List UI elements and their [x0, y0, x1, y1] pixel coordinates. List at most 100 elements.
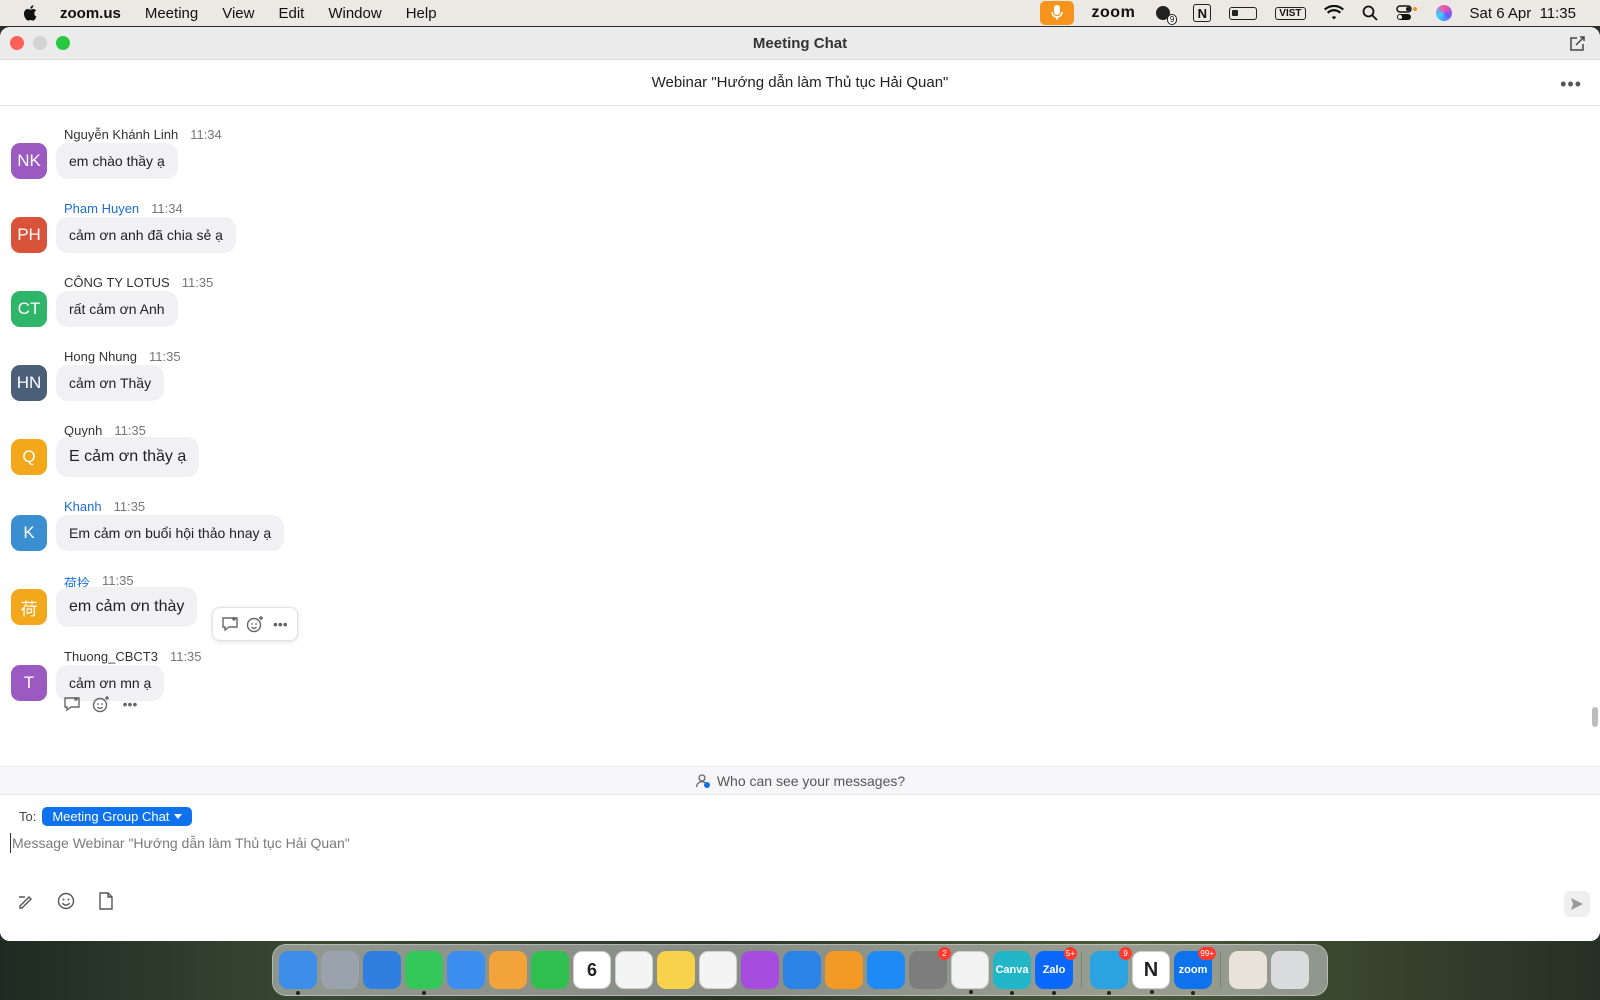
avatar[interactable]: Q [11, 439, 47, 475]
chat-scrollbar[interactable] [1592, 707, 1598, 727]
message-meta: Quynh 11:35 [64, 423, 146, 438]
apple-icon[interactable] [22, 4, 40, 22]
dock-launchpad-icon[interactable] [321, 951, 359, 989]
battery-icon[interactable] [1229, 6, 1258, 20]
dock-reminders-icon[interactable] [615, 951, 653, 989]
dock-podcasts-icon[interactable] [741, 951, 779, 989]
dock-pages-icon[interactable] [825, 951, 863, 989]
dock-canva-icon[interactable]: Canva [993, 951, 1031, 995]
more-actions-icon[interactable]: ••• [120, 694, 140, 714]
add-reaction-icon[interactable] [91, 694, 111, 714]
dock-photos-icon[interactable] [489, 951, 527, 989]
sender-name[interactable]: Hong Nhung [64, 349, 137, 364]
menu-bar-clock[interactable]: Sat 6 Apr 11:35 [1470, 5, 1576, 22]
minimize-window-button[interactable] [33, 36, 47, 50]
dock-telegram-icon[interactable]: 9 [1090, 947, 1132, 995]
message-time: 11:34 [151, 201, 183, 216]
avatar[interactable]: T [11, 665, 47, 701]
menu-view[interactable]: View [222, 5, 254, 22]
close-window-button[interactable] [10, 36, 24, 50]
dock-messages-icon[interactable] [405, 951, 443, 995]
message-item[interactable]: Q Quynh 11:35 E cảm ơn thầy ạ [0, 423, 1590, 497]
avatar[interactable]: HN [11, 365, 47, 401]
message-item[interactable]: HN Hong Nhung 11:35 cảm ơn Thầy [0, 349, 1590, 423]
dock-document-stack-icon[interactable] [1229, 951, 1267, 989]
avatar[interactable]: PH [11, 217, 47, 253]
message-item[interactable]: CT CÔNG TY LOTUS 11:35 rất cảm ơn Anh [0, 275, 1590, 349]
message-item[interactable]: HChào thầy ạ [0, 107, 1590, 127]
dock-facetime-icon[interactable] [531, 951, 569, 989]
dock-trash-icon[interactable] [1271, 951, 1309, 989]
reply-thread-icon[interactable] [220, 614, 240, 634]
dock-zalo-icon[interactable]: Zalo 5+ [1035, 947, 1077, 995]
message-bubble[interactable]: rất cảm ơn Anh [56, 291, 178, 327]
message-item[interactable]: NK Nguyễn Khánh Linh 11:34 em chào thầy ạ [0, 127, 1590, 201]
menu-help[interactable]: Help [406, 5, 437, 22]
zoom-status-label[interactable]: zoom [1092, 4, 1136, 22]
message-item[interactable]: K Khanh 11:35 Em cảm ơn buổi hội thảo hnay … [0, 499, 1590, 573]
message-list[interactable]: HChào thầy ạ NK Nguyễn Khánh Linh 11:34 em c… [0, 107, 1600, 767]
message-input[interactable] [10, 833, 1510, 853]
dock-zoom-icon[interactable]: zoom 99+ [1174, 947, 1216, 995]
vist-icon[interactable]: VIST [1275, 6, 1306, 20]
dock-calendar-icon[interactable]: 6 [573, 951, 611, 989]
pop-out-icon[interactable] [1568, 35, 1586, 53]
message-item[interactable]: PH Pham Huyen 11:34 cảm ơn anh đã chia sẻ ạ [0, 201, 1590, 275]
message-item[interactable]: T Thuong_CBCT3 11:35 cảm ơn mn ạ [0, 649, 1590, 723]
sender-name[interactable]: Quynh [64, 423, 102, 438]
sender-name[interactable]: Nguyễn Khánh Linh [64, 127, 178, 142]
message-hover-toolbar: ••• [212, 607, 298, 641]
dock-notes-icon[interactable] [657, 951, 695, 989]
sender-name[interactable]: CÔNG TY LOTUS [64, 275, 170, 290]
message-bubble[interactable]: em cảm ơn thày [56, 587, 198, 627]
avatar[interactable]: CT [11, 291, 47, 327]
message-bubble[interactable]: em chào thầy ạ [56, 143, 178, 179]
message-time: 11:35 [113, 499, 146, 514]
menu-app-name[interactable]: zoom.us [60, 5, 121, 22]
control-center-icon[interactable] [1395, 5, 1418, 21]
sender-name[interactable]: Khanh [64, 499, 102, 514]
more-actions-icon[interactable]: ••• [270, 614, 290, 634]
more-options-icon[interactable]: ••• [1560, 74, 1582, 95]
copilot-icon[interactable]: 9 [1153, 4, 1178, 25]
wifi-icon[interactable] [1323, 5, 1344, 21]
dock-safari-icon[interactable] [363, 951, 401, 989]
notion-menubar-icon[interactable]: N [1193, 4, 1212, 22]
dock-notion-icon[interactable]: N [1132, 951, 1170, 994]
emoji-icon[interactable] [56, 891, 76, 911]
menu-meeting[interactable]: Meeting [145, 5, 198, 22]
dock-separator [1081, 952, 1082, 988]
avatar[interactable]: K [11, 515, 47, 551]
add-reaction-icon[interactable] [245, 614, 265, 634]
dock-app-store-icon[interactable] [867, 951, 905, 989]
search-icon[interactable] [1362, 5, 1378, 21]
dock-freeform-icon[interactable] [699, 951, 737, 989]
dock-system-settings-icon[interactable]: 2 [909, 947, 951, 989]
microphone-icon[interactable] [1039, 1, 1074, 25]
message-bubble[interactable]: cảm ơn Thầy [56, 365, 165, 401]
window-titlebar: Meeting Chat [0, 27, 1600, 60]
message-bubble[interactable]: cảm ơn anh đã chia sẻ ạ [56, 217, 236, 253]
dock-mail-icon[interactable] [447, 951, 485, 989]
sender-name[interactable]: Pham Huyen [64, 201, 139, 216]
zoom-window-button[interactable] [56, 36, 70, 50]
file-attach-icon[interactable] [96, 891, 116, 911]
message-bubble[interactable]: E cảm ơn thầy ạ [56, 437, 200, 477]
message-bubble[interactable]: Em cảm ơn buổi hội thảo hnay ạ [56, 515, 285, 551]
menu-window[interactable]: Window [328, 5, 381, 22]
avatar[interactable]: 荷 [11, 589, 47, 625]
visibility-notice[interactable]: Who can see your messages? [0, 766, 1600, 794]
sender-name[interactable]: Thuong_CBCT3 [64, 649, 158, 664]
dock-zalo-chrome-icon[interactable] [951, 951, 989, 994]
recipient-dropdown[interactable]: Meeting Group Chat [42, 807, 193, 826]
avatar[interactable]: NK [11, 143, 47, 179]
send-button[interactable] [1564, 891, 1590, 917]
running-indicator [969, 990, 973, 994]
message-meta: Pham Huyen 11:34 [64, 201, 183, 216]
menu-edit[interactable]: Edit [278, 5, 304, 22]
dock-finder-icon[interactable] [279, 951, 317, 995]
siri-icon[interactable] [1435, 5, 1452, 21]
reply-thread-icon[interactable] [62, 694, 82, 714]
dock-keynote-icon[interactable] [783, 951, 821, 989]
format-text-icon[interactable] [16, 891, 36, 911]
